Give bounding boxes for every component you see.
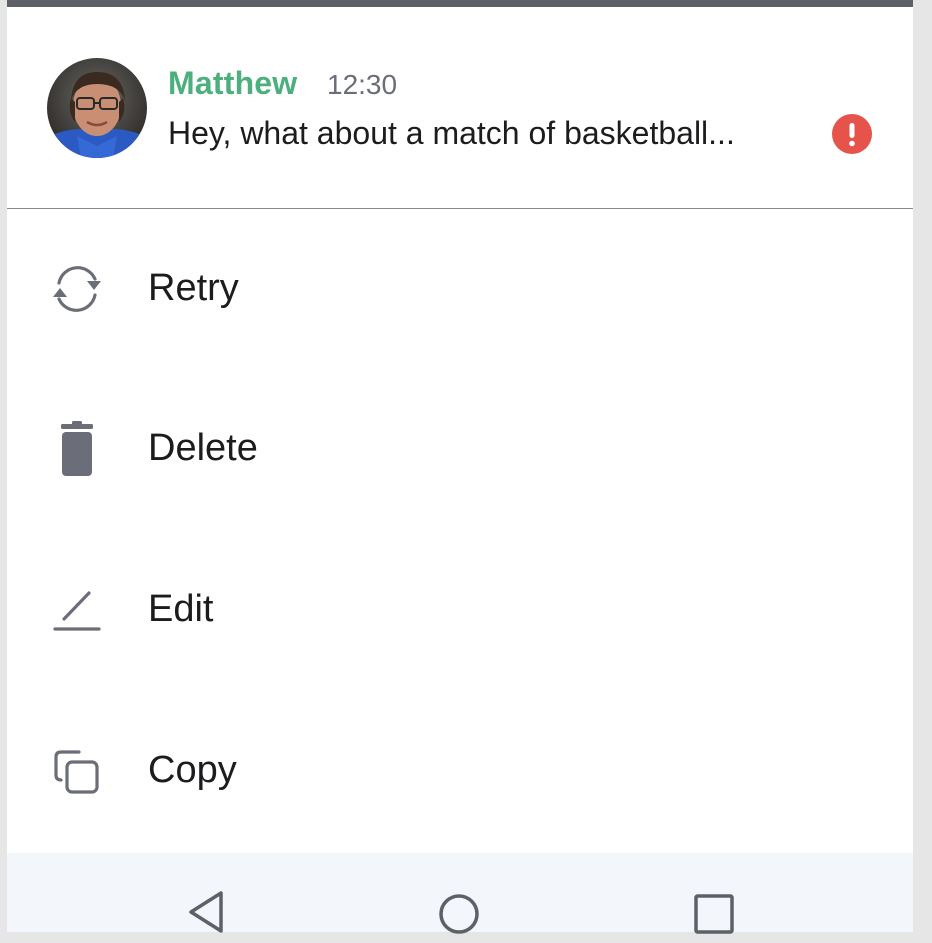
copy-icon: [45, 740, 109, 804]
bottom-sheet: Matthew 12:30 Hey, what about a match of…: [7, 0, 913, 934]
message-preview: Matthew 12:30 Hey, what about a match of…: [7, 7, 913, 208]
retry-icon: [45, 257, 109, 321]
edit-menu-item[interactable]: Edit: [7, 530, 913, 690]
retry-label: Retry: [148, 267, 239, 309]
trash-icon: [45, 418, 109, 482]
delete-menu-item[interactable]: Delete: [7, 369, 913, 529]
retry-menu-item[interactable]: Retry: [7, 209, 913, 369]
back-icon[interactable]: [177, 883, 237, 943]
edit-label: Edit: [148, 588, 214, 630]
message-time: 12:30: [327, 69, 398, 100]
pencil-icon: [45, 579, 109, 643]
navigation-bar: [7, 853, 913, 934]
avatar-image: [47, 58, 147, 158]
delete-label: Delete: [148, 427, 258, 469]
avatar: [47, 58, 147, 158]
error-icon: [832, 114, 872, 154]
recents-icon[interactable]: [684, 883, 744, 943]
copy-label: Copy: [148, 749, 237, 791]
message-text: Hey, what about a match of basketball...: [168, 115, 735, 151]
home-icon[interactable]: [429, 883, 489, 943]
sender-name: Matthew: [168, 65, 298, 101]
copy-menu-item[interactable]: Copy: [7, 690, 913, 850]
scrollbar-track[interactable]: [913, 0, 932, 932]
top-bar: [7, 0, 913, 7]
